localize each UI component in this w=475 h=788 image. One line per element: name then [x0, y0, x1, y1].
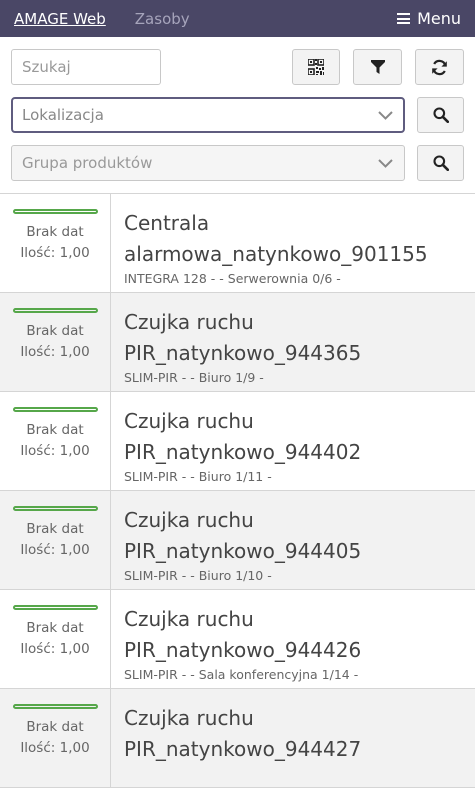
list-item[interactable]: Brak dat Ilość: 1,00 Centrala alarmowa_na…: [0, 194, 475, 293]
asset-list: Brak dat Ilość: 1,00 Centrala alarmowa_na…: [0, 194, 475, 788]
qr-scan-button[interactable]: [291, 49, 341, 85]
chevron-down-icon: [378, 110, 393, 120]
item-subtitle: INTEGRA 128 - - Serwerownia 0/6 -: [124, 271, 341, 286]
item-status-cell: Brak dat Ilość: 1,00: [0, 293, 111, 391]
item-title: Centrala alarmowa_natynkowo_901155: [124, 211, 428, 266]
status-bar: [12, 704, 98, 709]
quantity-text: Ilość: 1,00: [20, 344, 90, 360]
item-title: Czujka ruchu PIR_natynkowo_944405: [124, 508, 362, 563]
item-status-cell: Brak dat Ilość: 1,00: [0, 689, 111, 787]
search-placeholder: Szukaj: [22, 58, 71, 76]
product-group-search-button[interactable]: [417, 145, 464, 181]
brand-link[interactable]: AMAGE Web: [14, 10, 106, 28]
filter-button[interactable]: [353, 49, 403, 85]
status-bar: [12, 407, 98, 412]
item-title: Czujka ruchu PIR_natynkowo_944426: [124, 607, 362, 662]
product-group-placeholder: Grupa produktów: [22, 154, 153, 172]
item-subtitle: SLIM-PIR - - Biuro 1/9 -: [124, 370, 264, 385]
refresh-button[interactable]: [415, 49, 465, 85]
search-input[interactable]: Szukaj: [11, 49, 161, 85]
menu-button[interactable]: Menu: [397, 9, 461, 28]
search-icon: [432, 155, 449, 171]
location-select[interactable]: Lokalizacja: [11, 97, 405, 133]
filter-panel: Szukaj Lokalizacja Grupa produktów: [0, 37, 475, 194]
status-text: Brak dat: [26, 620, 84, 636]
status-bar: [12, 506, 98, 511]
item-status-cell: Brak dat Ilość: 1,00: [0, 194, 111, 292]
list-item[interactable]: Brak dat Ilość: 1,00 Czujka ruchu PIR_nat…: [0, 689, 475, 788]
search-icon: [432, 107, 449, 123]
status-text: Brak dat: [26, 719, 84, 735]
status-bar: [12, 308, 98, 313]
item-status-cell: Brak dat Ilość: 1,00: [0, 491, 111, 589]
list-item[interactable]: Brak dat Ilość: 1,00 Czujka ruchu PIR_nat…: [0, 392, 475, 491]
status-bar: [12, 209, 98, 214]
item-title: Czujka ruchu PIR_natynkowo_944402: [124, 409, 362, 464]
list-item[interactable]: Brak dat Ilość: 1,00 Czujka ruchu PIR_nat…: [0, 491, 475, 590]
quantity-text: Ilość: 1,00: [20, 542, 90, 558]
status-text: Brak dat: [26, 224, 84, 240]
quantity-text: Ilość: 1,00: [20, 245, 90, 261]
refresh-icon: [432, 59, 447, 75]
location-search-button[interactable]: [417, 97, 464, 133]
list-item[interactable]: Brak dat Ilość: 1,00 Czujka ruchu PIR_nat…: [0, 590, 475, 689]
product-group-select[interactable]: Grupa produktów: [11, 145, 405, 181]
qr-code-icon: [307, 59, 324, 75]
item-subtitle: SLIM-PIR - - Biuro 1/11 -: [124, 469, 272, 484]
item-title: Czujka ruchu PIR_natynkowo_944427: [124, 706, 362, 761]
menu-label: Menu: [417, 9, 461, 28]
hamburger-icon: [397, 13, 411, 24]
status-text: Brak dat: [26, 422, 84, 438]
item-subtitle: SLIM-PIR - - Sala konferencyjna 1/14 -: [124, 667, 359, 682]
status-text: Brak dat: [26, 323, 84, 339]
quantity-text: Ilość: 1,00: [20, 641, 90, 657]
status-bar: [12, 605, 98, 610]
chevron-down-icon: [378, 158, 393, 168]
quantity-text: Ilość: 1,00: [20, 443, 90, 459]
status-text: Brak dat: [26, 521, 84, 537]
filter-icon: [370, 60, 385, 74]
item-status-cell: Brak dat Ilość: 1,00: [0, 392, 111, 490]
quantity-text: Ilość: 1,00: [20, 740, 90, 756]
item-subtitle: SLIM-PIR - - Biuro 1/10 -: [124, 568, 272, 583]
location-placeholder: Lokalizacja: [22, 106, 104, 124]
item-status-cell: Brak dat Ilość: 1,00: [0, 590, 111, 688]
top-navbar: AMAGE Web Zasoby Menu: [0, 0, 475, 37]
list-item[interactable]: Brak dat Ilość: 1,00 Czujka ruchu PIR_nat…: [0, 293, 475, 392]
item-title: Czujka ruchu PIR_natynkowo_944365: [124, 310, 362, 365]
nav-link-zasoby[interactable]: Zasoby: [135, 10, 190, 28]
